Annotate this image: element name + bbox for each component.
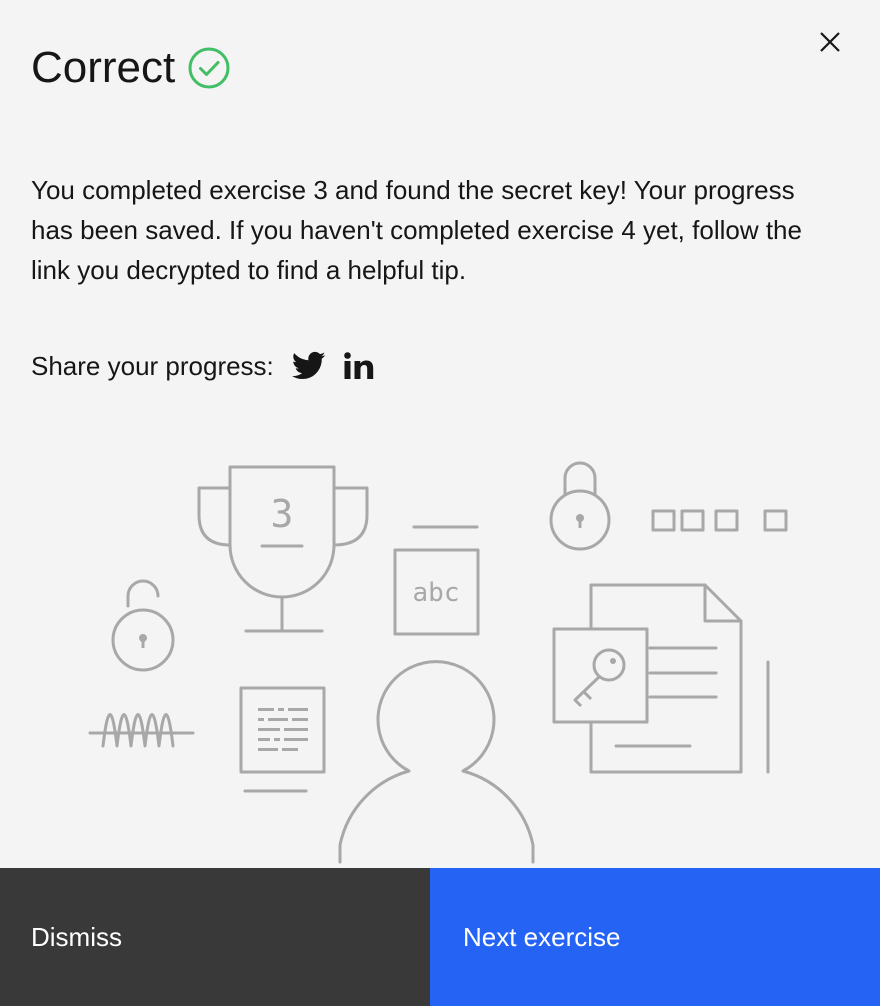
linkedin-share-button[interactable] [342, 349, 376, 383]
modal-title: Correct [31, 43, 176, 92]
dismiss-label: Dismiss [31, 921, 122, 952]
dismiss-button[interactable]: Dismiss [0, 868, 430, 1006]
close-button[interactable] [812, 24, 848, 60]
checkmark-circle-icon [188, 47, 230, 89]
document-icon [239, 686, 326, 793]
locked-padlock-icon [549, 461, 611, 551]
linkedin-icon [343, 352, 373, 379]
share-row: Share your progress: [31, 346, 376, 386]
title-row: Correct [31, 38, 230, 98]
password-dots-icon [651, 509, 788, 532]
card-text: abc [413, 578, 460, 608]
twitter-share-button[interactable] [291, 349, 326, 383]
waveform-icon [88, 713, 195, 748]
trophy-number: 3 [271, 492, 294, 536]
twitter-icon [291, 351, 326, 380]
close-icon [820, 32, 840, 52]
share-label: Share your progress: [31, 350, 274, 381]
modal-body: You completed exercise 3 and found the s… [31, 175, 802, 285]
key-file-icon [552, 583, 743, 774]
security-illustration: 3 abc [88, 461, 788, 864]
modal-footer: Dismiss Next exercise [0, 868, 880, 1006]
next-exercise-button[interactable]: Next exercise [430, 868, 880, 1006]
success-modal: Correct You completed exercise 3 and fou… [0, 0, 880, 1006]
next-exercise-label: Next exercise [463, 921, 621, 952]
unlocked-padlock-icon [111, 579, 175, 672]
person-icon [338, 660, 535, 864]
